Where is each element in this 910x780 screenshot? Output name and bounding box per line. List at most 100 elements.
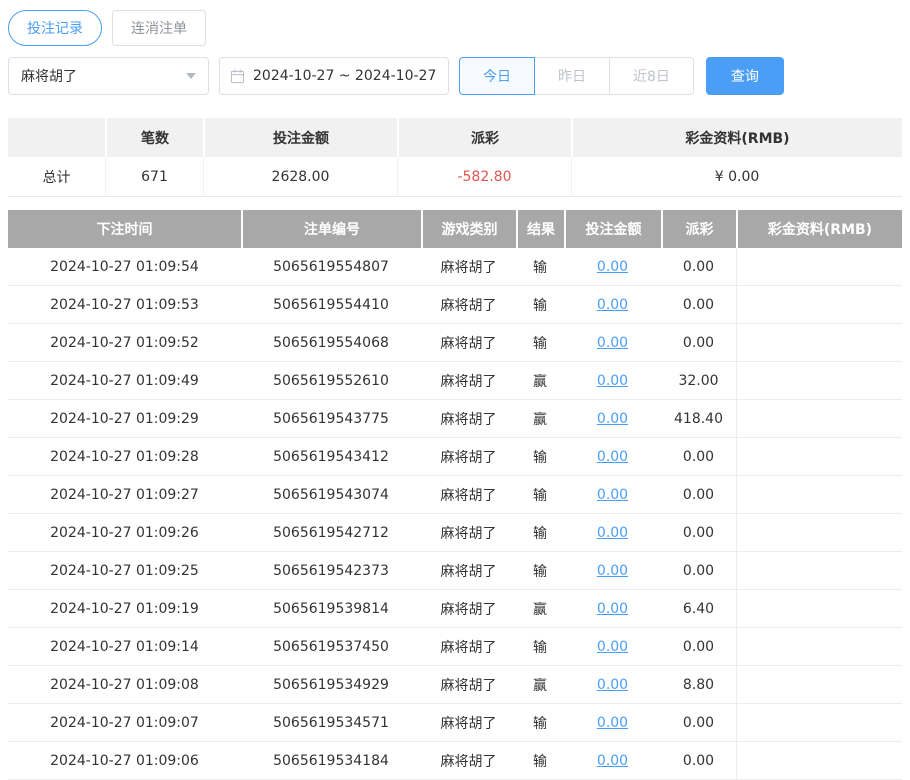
- cell-bonus: [736, 248, 902, 285]
- cell-bonus: [736, 286, 902, 323]
- summary-total-bet-amount: 2628.00: [203, 157, 397, 197]
- cell-result: 输: [516, 552, 564, 589]
- table-row: 2024-10-27 01:09:065065619534184麻将胡了输0.0…: [8, 742, 902, 780]
- bet-amount-link[interactable]: 0.00: [597, 715, 628, 731]
- betting-records-page: 投注记录 连消注单 麻将胡了 2024-10-27 ~ 2024-10-27 今…: [0, 0, 910, 780]
- table-row: 2024-10-27 01:09:265065619542712麻将胡了输 0.0…: [8, 514, 902, 552]
- cell-order-id: 5065619554807: [241, 248, 421, 285]
- cell-result: 输: [516, 248, 564, 285]
- calendar-icon: [230, 69, 245, 84]
- cell-bonus: [736, 666, 902, 703]
- cell-bonus: [736, 742, 902, 779]
- table-row: 2024-10-27 01:09:085065619534929麻将胡了赢 0.0…: [8, 666, 902, 704]
- bet-amount-link[interactable]: 0.00: [597, 335, 628, 351]
- cell-order-id: 5065619539814: [241, 590, 421, 627]
- summary-header-count: 笔数: [105, 118, 203, 157]
- date-range-picker[interactable]: 2024-10-27 ~ 2024-10-27: [219, 57, 449, 95]
- bet-table-body: 2024-10-27 01:09:545065619554807麻将胡了输0.0…: [8, 248, 902, 780]
- cell-time: 2024-10-27 01:09:52: [8, 324, 241, 361]
- bet-amount-link[interactable]: 0.00: [597, 373, 628, 389]
- cell-order-id: 5065619537450: [241, 628, 421, 665]
- filter-bar: 麻将胡了 2024-10-27 ~ 2024-10-27 今日 昨日 近8日 查…: [8, 57, 902, 95]
- cell-result: 输: [516, 742, 564, 779]
- cell-payout: 0.00: [661, 286, 736, 323]
- cell-time: 2024-10-27 01:09:08: [8, 666, 241, 703]
- cell-payout: 0.00: [661, 248, 736, 285]
- bet-amount-link[interactable]: 0.00: [597, 753, 628, 769]
- table-row: 2024-10-27 01:09:545065619554807麻将胡了输0.0…: [8, 248, 902, 286]
- cell-time: 2024-10-27 01:09:28: [8, 438, 241, 475]
- cell-time: 2024-10-27 01:09:27: [8, 476, 241, 513]
- table-row: 2024-10-27 01:09:495065619552610麻将胡了赢0.0…: [8, 362, 902, 400]
- search-button[interactable]: 查询: [706, 57, 784, 95]
- table-row: 2024-10-27 01:09:295065619543775麻将胡了赢0.0…: [8, 400, 902, 438]
- summary-header-payout: 派彩: [397, 118, 571, 157]
- table-row: 2024-10-27 01:09:275065619543074麻将胡了输0.0…: [8, 476, 902, 514]
- cell-bet-amount: 0.00: [564, 552, 661, 589]
- bet-amount-link[interactable]: 0.00: [597, 411, 628, 427]
- bet-amount-link[interactable]: 0.00: [597, 601, 628, 617]
- cell-result: 输: [516, 476, 564, 513]
- cell-order-id: 5065619542712: [241, 514, 421, 551]
- cell-time: 2024-10-27 01:09:26: [8, 514, 241, 551]
- summary-total-label: 总计: [8, 157, 105, 197]
- cell-order-id: 5065619542373: [241, 552, 421, 589]
- summary-header-blank: [8, 118, 105, 157]
- bet-amount-link[interactable]: 0.00: [597, 297, 628, 313]
- cell-game: 麻将胡了: [421, 704, 516, 741]
- cell-payout: 0.00: [661, 742, 736, 779]
- summary-total-count: 671: [105, 157, 203, 197]
- table-row: 2024-10-27 01:09:525065619554068麻将胡了输0.0…: [8, 324, 902, 362]
- table-row: 2024-10-27 01:09:075065619534571麻将胡了输0.0…: [8, 704, 902, 742]
- cell-bonus: [736, 590, 902, 627]
- col-header-result: 结果: [516, 210, 564, 248]
- cell-bonus: [736, 628, 902, 665]
- bet-amount-link[interactable]: 0.00: [597, 449, 628, 465]
- chevron-down-icon: [186, 73, 196, 79]
- cell-bonus: [736, 704, 902, 741]
- quick-btn-today[interactable]: 今日: [459, 57, 535, 95]
- summary-table: 笔数 投注金额 派彩 彩金资料(RMB) 总计 671 2628.00 -582…: [8, 118, 902, 197]
- bet-amount-link[interactable]: 0.00: [597, 639, 628, 655]
- bet-amount-link[interactable]: 0.00: [597, 563, 628, 579]
- quick-btn-last8days[interactable]: 近8日: [609, 57, 694, 95]
- cell-payout: 0.00: [661, 552, 736, 589]
- cell-bonus: [736, 400, 902, 437]
- bet-amount-link[interactable]: 0.00: [597, 487, 628, 503]
- cell-bet-amount: 0.00: [564, 400, 661, 437]
- quick-btn-yesterday[interactable]: 昨日: [534, 57, 610, 95]
- cell-bonus: [736, 362, 902, 399]
- cell-game: 麻将胡了: [421, 666, 516, 703]
- cell-payout: 0.00: [661, 476, 736, 513]
- bet-amount-link[interactable]: 0.00: [597, 525, 628, 541]
- table-row: 2024-10-27 01:09:195065619539814麻将胡了赢0.0…: [8, 590, 902, 628]
- tab-cancelled-orders[interactable]: 连消注单: [112, 10, 206, 46]
- cell-bet-amount: 0.00: [564, 590, 661, 627]
- cell-game: 麻将胡了: [421, 248, 516, 285]
- summary-header-bonus: 彩金资料(RMB): [571, 118, 902, 157]
- cell-bonus: [736, 476, 902, 513]
- tab-betting-records[interactable]: 投注记录: [8, 10, 102, 46]
- cell-time: 2024-10-27 01:09:19: [8, 590, 241, 627]
- cell-bet-amount: 0.00: [564, 248, 661, 285]
- cell-game: 麻将胡了: [421, 514, 516, 551]
- cell-time: 2024-10-27 01:09:49: [8, 362, 241, 399]
- cell-time: 2024-10-27 01:09:06: [8, 742, 241, 779]
- cell-result: 输: [516, 514, 564, 551]
- cell-game: 麻将胡了: [421, 286, 516, 323]
- cell-bet-amount: 0.00: [564, 514, 661, 551]
- cell-payout: 32.00: [661, 362, 736, 399]
- col-header-time: 下注时间: [8, 210, 241, 248]
- cell-order-id: 5065619552610: [241, 362, 421, 399]
- col-header-bonus: 彩金资料(RMB): [736, 210, 902, 248]
- cell-order-id: 5065619534929: [241, 666, 421, 703]
- cell-bet-amount: 0.00: [564, 628, 661, 665]
- cell-bet-amount: 0.00: [564, 362, 661, 399]
- table-row: 2024-10-27 01:09:535065619554410麻将胡了输0.0…: [8, 286, 902, 324]
- cell-game: 麻将胡了: [421, 628, 516, 665]
- bet-amount-link[interactable]: 0.00: [597, 259, 628, 275]
- bet-amount-link[interactable]: 0.00: [597, 677, 628, 693]
- game-select[interactable]: 麻将胡了: [8, 57, 209, 95]
- cell-bet-amount: 0.00: [564, 666, 661, 703]
- cell-result: 赢: [516, 666, 564, 703]
